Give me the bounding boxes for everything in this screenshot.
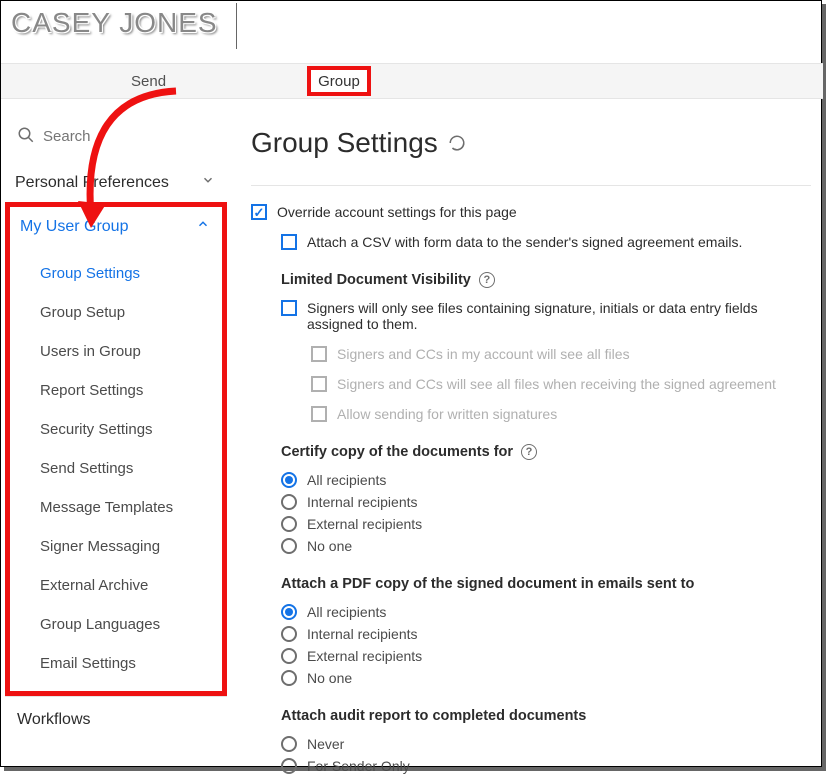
- sidebar-item-email-settings[interactable]: Email Settings: [40, 644, 222, 683]
- pdfcopy-radio-external[interactable]: [281, 648, 297, 664]
- ldv-sub2-row: Signers and CCs will see all files when …: [311, 376, 811, 392]
- ldv-sub2-checkbox[interactable]: [311, 376, 327, 392]
- certify-radio-none[interactable]: [281, 538, 297, 554]
- sidebar-item-signer-messaging[interactable]: Signer Messaging: [40, 527, 222, 566]
- sidebar-item-send-settings[interactable]: Send Settings: [40, 449, 222, 488]
- refresh-icon[interactable]: [448, 127, 466, 159]
- ldv-sub1-row: Signers and CCs in my account will see a…: [311, 346, 811, 362]
- sidebar-item-group-settings[interactable]: Group Settings: [40, 254, 222, 293]
- ldv-main-checkbox[interactable]: [281, 300, 297, 316]
- pdfcopy-opt-label: No one: [307, 670, 352, 686]
- audit-opt-label: Never: [307, 736, 344, 752]
- audit-radio-never[interactable]: [281, 736, 297, 752]
- pdfcopy-opt-label: Internal recipients: [307, 626, 418, 642]
- help-icon[interactable]: ?: [479, 272, 495, 288]
- ldv-head-text: Limited Document Visibility: [281, 272, 471, 288]
- certify-opt-label: All recipients: [307, 472, 386, 488]
- sidebar-item-security-settings[interactable]: Security Settings: [40, 410, 222, 449]
- brand-logo: CASEY JONES: [11, 7, 218, 39]
- tab-group[interactable]: Group: [307, 66, 371, 96]
- ldv-main-label: Signers will only see files containing s…: [307, 300, 811, 332]
- ldv-main-row: Signers will only see files containing s…: [281, 300, 811, 332]
- pdfcopy-head-text: Attach a PDF copy of the signed document…: [281, 576, 694, 592]
- audit-heading: Attach audit report to completed documen…: [281, 708, 811, 724]
- pdfcopy-heading: Attach a PDF copy of the signed document…: [281, 576, 811, 592]
- certify-radio-external[interactable]: [281, 516, 297, 532]
- certify-opt-label: Internal recipients: [307, 494, 418, 510]
- sidebar-item-external-archive[interactable]: External Archive: [40, 566, 222, 605]
- help-icon[interactable]: ?: [521, 444, 537, 460]
- sidebar-item-group-languages[interactable]: Group Languages: [40, 605, 222, 644]
- pdfcopy-radio-none[interactable]: [281, 670, 297, 686]
- audit-opt-label: For Sender Only: [307, 758, 410, 774]
- certify-opt-label: No one: [307, 538, 352, 554]
- sidebar-section-workflows[interactable]: Workflows: [5, 696, 227, 743]
- ldv-heading: Limited Document Visibility ?: [281, 272, 811, 288]
- attach-csv-label: Attach a CSV with form data to the sende…: [307, 234, 742, 250]
- ldv-sub3-checkbox[interactable]: [311, 406, 327, 422]
- page-title-text: Group Settings: [251, 127, 438, 159]
- override-checkbox[interactable]: [251, 204, 267, 220]
- sidebar-item-message-templates[interactable]: Message Templates: [40, 488, 222, 527]
- certify-head-text: Certify copy of the documents for: [281, 444, 513, 460]
- certify-heading: Certify copy of the documents for ?: [281, 444, 811, 460]
- sidebar-item-group-setup[interactable]: Group Setup: [40, 293, 222, 332]
- certify-radio-all[interactable]: [281, 472, 297, 488]
- ldv-sub2-label: Signers and CCs will see all files when …: [337, 376, 776, 392]
- audit-radio-sender[interactable]: [281, 758, 297, 774]
- page-title: Group Settings: [251, 127, 811, 159]
- pdfcopy-opt-label: External recipients: [307, 648, 422, 664]
- attach-csv-checkbox[interactable]: [281, 234, 297, 250]
- sidebar-highlight-box: My User Group Group Settings Group Setup…: [5, 202, 227, 696]
- ldv-sub1-checkbox[interactable]: [311, 346, 327, 362]
- pdfcopy-radio-internal[interactable]: [281, 626, 297, 642]
- override-label: Override account settings for this page: [277, 204, 517, 220]
- attach-csv-row: Attach a CSV with form data to the sende…: [281, 234, 811, 250]
- certify-radio-internal[interactable]: [281, 494, 297, 510]
- override-row: Override account settings for this page: [251, 204, 811, 220]
- pdfcopy-opt-label: All recipients: [307, 604, 386, 620]
- certify-opt-label: External recipients: [307, 516, 422, 532]
- separator: [236, 3, 237, 49]
- audit-head-text: Attach audit report to completed documen…: [281, 708, 586, 724]
- search-icon: [17, 126, 35, 147]
- ldv-sub3-row: Allow sending for written signatures: [311, 406, 811, 422]
- ldv-sub3-label: Allow sending for written signatures: [337, 406, 557, 422]
- sidebar-item-users-in-group[interactable]: Users in Group: [40, 332, 222, 371]
- ldv-sub1-label: Signers and CCs in my account will see a…: [337, 346, 630, 362]
- sidebar-item-report-settings[interactable]: Report Settings: [40, 371, 222, 410]
- annotation-arrow: [61, 76, 241, 246]
- pdfcopy-radio-all[interactable]: [281, 604, 297, 620]
